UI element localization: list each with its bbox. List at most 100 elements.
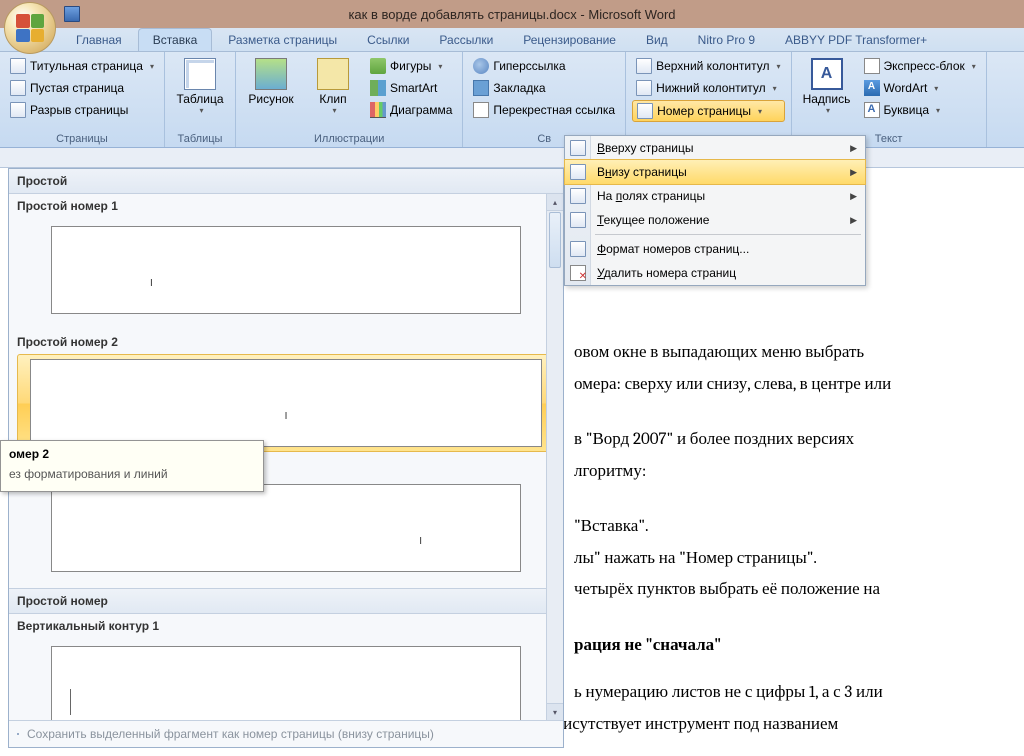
tab-abbyy[interactable]: ABBYY PDF Transformer+ <box>771 29 941 51</box>
table-label: Таблица <box>176 92 223 106</box>
quickparts-label: Экспресс-блок <box>884 59 965 73</box>
gallery-header-simple: Простой <box>9 169 563 194</box>
scroll-thumb[interactable] <box>549 212 561 268</box>
page-number-button[interactable]: Номер страницы <box>632 100 784 122</box>
submenu-label: На полях страницы <box>597 189 705 203</box>
header-button[interactable]: Верхний колонтитул <box>632 56 784 76</box>
tab-nitro[interactable]: Nitro Pro 9 <box>684 29 769 51</box>
clip-icon <box>317 58 349 90</box>
doc-text: лы" нажать на "Номер страницы". <box>574 546 1014 572</box>
cover-page-button[interactable]: Титульная страница <box>6 56 158 76</box>
hyperlink-label: Гиперссылка <box>493 59 565 73</box>
tab-home[interactable]: Главная <box>62 29 136 51</box>
page-number-icon <box>637 103 653 119</box>
quickparts-icon <box>864 58 880 74</box>
gallery-save-selection[interactable]: Сохранить выделенный фрагмент как номер … <box>9 720 563 747</box>
tooltip-title: омер 2 <box>1 441 263 467</box>
page-break-icon <box>10 102 26 118</box>
tab-view[interactable]: Вид <box>632 29 682 51</box>
submenu-label: Текущее положение <box>597 213 709 227</box>
gallery-item-tooltip: омер 2 ез форматирования и линий <box>0 440 264 492</box>
chart-button[interactable]: Диаграмма <box>366 100 456 120</box>
group-tables: Таблица Таблицы <box>165 52 236 147</box>
submenu-format-numbers[interactable]: Формат номеров страниц... <box>565 237 865 261</box>
wordart-button[interactable]: A WordArt <box>860 78 980 98</box>
office-logo-icon <box>16 14 44 42</box>
submenu-bottom-of-page[interactable]: Внизу страницы ▶ <box>564 159 866 185</box>
blank-page-button[interactable]: Пустая страница <box>6 78 158 98</box>
horizontal-ruler[interactable]: 56789101112 <box>0 148 1024 168</box>
textbox-label: Надпись <box>803 92 851 106</box>
format-icon <box>570 241 586 257</box>
submenu-page-margins[interactable]: На полях страницы ▶ <box>565 184 865 208</box>
smartart-label: SmartArt <box>390 81 437 95</box>
shapes-button[interactable]: Фигуры <box>366 56 456 76</box>
submenu-top-of-page[interactable]: Вверху страницы ▶ <box>565 136 865 160</box>
wordart-label: WordArt <box>884 81 928 95</box>
shapes-label: Фигуры <box>390 59 431 73</box>
gallery-item-title: Простой номер 2 <box>9 330 563 354</box>
page-break-button[interactable]: Разрыв страницы <box>6 100 158 120</box>
margins-icon <box>570 188 586 204</box>
doc-heading: рация не "сначала" <box>574 633 1014 659</box>
smartart-button[interactable]: SmartArt <box>366 78 456 98</box>
chevron-right-icon: ▶ <box>850 215 857 226</box>
submenu-remove-numbers[interactable]: ✕ Удалить номера страниц <box>565 261 865 285</box>
table-button[interactable]: Таблица <box>171 56 229 117</box>
footer-label: Нижний колонтитул <box>656 81 766 95</box>
tab-insert[interactable]: Вставка <box>138 28 213 51</box>
submenu-current-position[interactable]: Текущее положение ▶ <box>565 208 865 232</box>
gallery-item-simple-2[interactable]: Простой номер 2 I <box>9 330 563 452</box>
current-pos-icon <box>570 212 586 228</box>
group-header-footer: Верхний колонтитул Нижний колонтитул Ном… <box>626 52 791 147</box>
remove-icon: ✕ <box>570 265 586 281</box>
office-button[interactable] <box>4 2 56 54</box>
hyperlink-icon <box>473 58 489 74</box>
footer-button[interactable]: Нижний колонтитул <box>632 78 784 98</box>
page-number-label: Номер страницы <box>657 104 751 118</box>
bookmark-label: Закладка <box>493 81 545 95</box>
picture-label: Рисунок <box>248 92 293 106</box>
textbox-button[interactable]: A Надпись <box>798 56 856 120</box>
gallery-item-title: Вертикальный контур 1 <box>9 614 563 638</box>
picture-button[interactable]: Рисунок <box>242 56 300 120</box>
tab-layout[interactable]: Разметка страницы <box>214 29 351 51</box>
quickparts-button[interactable]: Экспресс-блок <box>860 56 980 76</box>
clip-label: Клип <box>319 92 346 106</box>
textbox-icon: A <box>811 58 843 90</box>
bookmark-icon <box>473 80 489 96</box>
header-icon <box>636 58 652 74</box>
tooltip-description: ез форматирования и линий <box>1 467 263 491</box>
group-pages: Титульная страница Пустая страница Разры… <box>0 52 165 147</box>
group-illustrations: Рисунок Клип Фигуры SmartArt Диаграмма И… <box>236 52 463 147</box>
dropcap-button[interactable]: AБуквица <box>860 100 980 120</box>
crossref-button[interactable]: Перекрестная ссылка <box>469 100 619 120</box>
bookmark-button[interactable]: Закладка <box>469 78 619 98</box>
submenu-label: Формат номеров страниц... <box>597 242 749 256</box>
window-title: как в ворде добавлять страницы.docx - Mi… <box>348 7 675 22</box>
scroll-down-button[interactable]: ▾ <box>547 703 563 720</box>
scroll-up-button[interactable]: ▴ <box>547 194 563 211</box>
save-icon[interactable] <box>64 6 80 22</box>
gallery-item-simple-1[interactable]: Простой номер 1 I <box>9 194 563 330</box>
hyperlink-button[interactable]: Гиперссылка <box>469 56 619 76</box>
tab-review[interactable]: Рецензирование <box>509 29 630 51</box>
group-text: A Надпись Экспресс-блок A WordArt AБуквиц… <box>792 52 987 147</box>
group-links: Гиперссылка Закладка Перекрестная ссылка… <box>463 52 626 147</box>
clip-button[interactable]: Клип <box>304 56 362 120</box>
picture-icon <box>255 58 287 90</box>
gallery-item-vertical-1[interactable]: Вертикальный контур 1 <box>9 614 563 720</box>
ribbon: Титульная страница Пустая страница Разры… <box>0 52 1024 148</box>
gallery-save-label: Сохранить выделенный фрагмент как номер … <box>27 727 434 741</box>
doc-text: в "Ворд 2007" и более поздних версиях <box>574 427 1014 453</box>
wordart-icon: A <box>864 80 880 96</box>
gallery-scrollbar[interactable]: ▴ ▾ <box>546 194 563 720</box>
tab-mailings[interactable]: Рассылки <box>425 29 507 51</box>
tab-references[interactable]: Ссылки <box>353 29 423 51</box>
gallery-header-simple-num: Простой номер <box>9 588 563 614</box>
doc-text: омера: сверху или снизу, слева, в центре… <box>574 372 1014 398</box>
group-pages-label: Страницы <box>6 131 158 145</box>
submenu-label: Удалить номера страниц <box>597 266 736 280</box>
submenu-label: Внизу страницы <box>597 165 687 179</box>
gallery-preview: I <box>30 359 542 447</box>
